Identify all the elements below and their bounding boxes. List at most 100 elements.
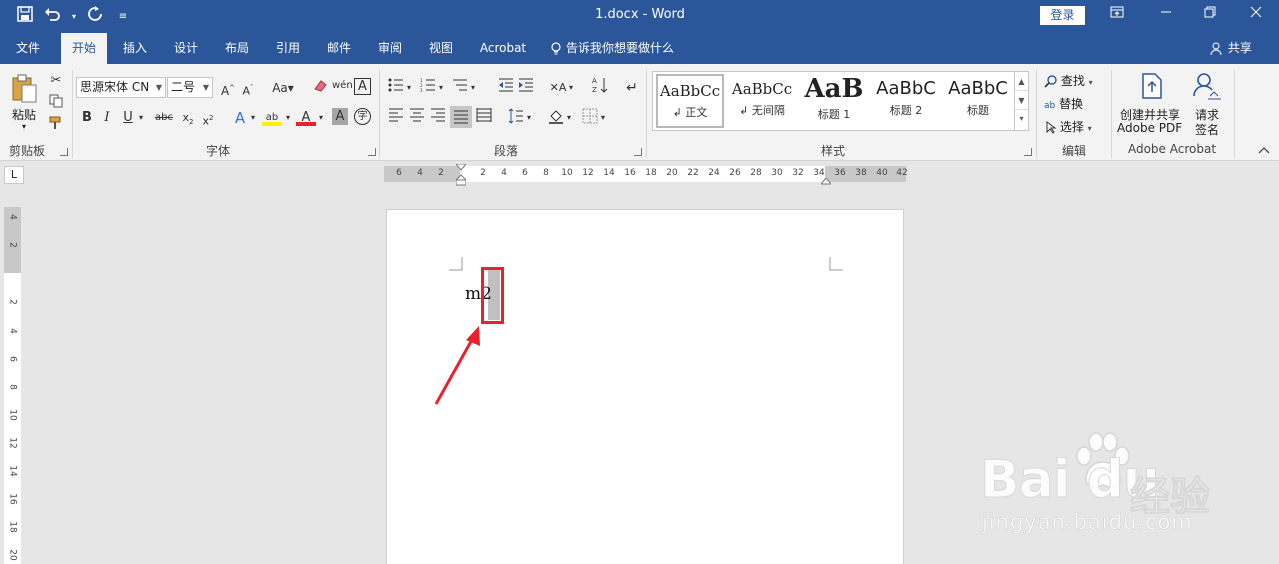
borders-dropdown-icon[interactable]: ▾ [598,108,608,128]
multilevel-dropdown-icon[interactable]: ▾ [468,78,478,98]
vertical-ruler[interactable]: 4 2 2 4 6 8 10 12 14 16 18 20 [4,207,21,564]
chevron-down-icon[interactable]: ▼ [1015,91,1028,110]
font-name-select[interactable]: 思源宋体 CN ▼ [76,77,166,98]
replace-button[interactable]: ab 替换 [1044,95,1083,112]
italic-icon[interactable]: I [97,108,117,128]
underline-icon[interactable]: U [118,108,138,128]
phonetic-guide-icon[interactable]: wén [332,76,353,96]
save-icon[interactable] [14,6,36,28]
character-shading-icon[interactable]: A [332,108,348,125]
horizontal-ruler[interactable]: 6 4 2 2 4 6 8 10 12 14 16 18 20 22 24 26 28 30 32 34 36 38 40 4… [384,163,908,186]
superscript-icon[interactable]: x2 [198,108,218,128]
style-tile-no-spacing[interactable]: AaBbCc ↲ 无间隔 [728,74,796,128]
tab-home[interactable]: 开始 [61,33,107,64]
request-sign-label-2[interactable]: 签名 [1195,121,1219,138]
enclose-characters-icon[interactable]: 字 [354,108,371,125]
close-icon[interactable] [1243,4,1269,26]
show-marks-icon[interactable]: ↵ [622,78,642,98]
text-effects-icon[interactable]: A [230,108,250,128]
tab-acrobat[interactable]: Acrobat [472,33,534,64]
format-painter-icon[interactable] [46,116,66,136]
text-effects-dropdown-icon[interactable]: ▾ [248,108,258,128]
change-case-icon[interactable]: Aa▾ [268,78,298,98]
customize-qat-icon[interactable]: ≡ [112,6,134,28]
align-right-icon[interactable] [428,108,448,128]
borders-icon[interactable] [580,108,600,128]
indent-marker-icon[interactable] [454,163,468,186]
distributed-icon[interactable] [474,108,494,128]
style-tile-heading-1[interactable]: AaB 标题 1 [800,74,868,128]
tab-view[interactable]: 视图 [420,33,462,64]
paragraph-launcher-icon[interactable] [634,148,642,156]
paste-dropdown-icon[interactable]: ▾ [22,122,26,131]
shading-icon[interactable] [546,108,566,128]
tell-me-box[interactable]: 告诉我你想要做什么 [550,33,686,64]
tab-insert[interactable]: 插入 [114,33,156,64]
ribbon-display-icon[interactable] [1104,4,1130,26]
increase-indent-icon[interactable] [516,78,536,98]
highlight-dropdown-icon[interactable]: ▾ [283,108,293,128]
undo-dropdown-icon[interactable]: ▾ [70,6,78,28]
tab-stop-selector[interactable]: L [4,166,24,184]
justify-icon[interactable] [450,106,472,128]
paste-label[interactable]: 粘贴 [12,106,36,123]
numbering-dropdown-icon[interactable]: ▾ [436,78,446,98]
bold-icon[interactable]: B [77,108,97,128]
tab-design[interactable]: 设计 [165,33,207,64]
chinese-layout-dropdown-icon[interactable]: ▾ [566,78,576,98]
bullets-dropdown-icon[interactable]: ▾ [404,78,414,98]
cut-icon[interactable]: ✂ [46,71,66,91]
font-size-select[interactable]: 二号 ▼ [167,77,213,98]
subscript-icon[interactable]: x2 [178,108,198,128]
gallery-scroll[interactable]: ▲ ▼ ▾ [1014,72,1028,130]
multilevel-list-icon[interactable] [450,78,470,98]
request-signature-icon[interactable] [1192,72,1222,100]
strikethrough-icon[interactable]: abc [154,108,174,128]
collapse-ribbon-icon[interactable] [1254,142,1274,162]
line-spacing-icon[interactable] [506,108,526,128]
tab-mailings[interactable]: 邮件 [318,33,360,64]
restore-icon[interactable] [1197,4,1223,26]
styles-launcher-icon[interactable] [1024,148,1032,156]
paste-icon[interactable] [10,74,40,106]
tab-review[interactable]: 审阅 [369,33,411,64]
style-tile-normal[interactable]: AaBbCc ↲ 正文 [656,74,724,128]
gallery-more-icon[interactable]: ▾ [1015,110,1028,128]
chevron-up-icon[interactable]: ▲ [1015,72,1028,91]
style-tile-heading-2[interactable]: AaBbC 标题 2 [872,74,940,128]
tab-references[interactable]: 引用 [267,33,309,64]
bullets-icon[interactable] [386,78,406,98]
font-color-icon[interactable]: A [296,108,316,126]
font-launcher-icon[interactable] [368,148,376,156]
select-button[interactable]: 选择 ▾ [1046,118,1092,135]
decrease-indent-icon[interactable] [496,78,516,98]
find-button[interactable]: 查找 ▾ [1044,72,1093,89]
tab-file[interactable]: 文件 [6,33,50,64]
undo-icon[interactable] [42,6,64,28]
font-color-dropdown-icon[interactable]: ▾ [316,108,326,128]
login-button[interactable]: 登录 [1040,6,1085,25]
right-indent-marker-icon[interactable] [819,175,833,185]
highlight-icon[interactable]: ab [262,108,282,126]
share-button[interactable]: 共享 [1210,33,1252,64]
redo-icon[interactable] [84,6,106,28]
create-pdf-label-2[interactable]: Adobe PDF [1117,121,1182,135]
grow-font-icon[interactable]: A^ [218,78,238,98]
tab-layout[interactable]: 布局 [216,33,258,64]
shading-dropdown-icon[interactable]: ▾ [564,108,574,128]
align-center-icon[interactable] [407,108,427,128]
sort-icon[interactable]: AZ [590,76,610,96]
line-spacing-dropdown-icon[interactable]: ▾ [524,108,534,128]
minimize-icon[interactable] [1153,4,1179,26]
character-border-icon[interactable]: A [354,78,371,95]
underline-dropdown-icon[interactable]: ▾ [136,108,146,128]
clipboard-launcher-icon[interactable] [60,148,68,156]
create-pdf-icon[interactable] [1139,72,1165,100]
style-tile-title[interactable]: AaBbC 标题 [944,74,1012,128]
numbering-icon[interactable]: 123 [418,78,438,98]
copy-icon[interactable] [46,94,66,114]
chinese-layout-icon[interactable]: ✕A [548,78,568,98]
shrink-font-icon[interactable]: Aˇ [238,78,258,98]
clear-formatting-icon[interactable] [310,78,330,98]
align-left-icon[interactable] [386,108,406,128]
